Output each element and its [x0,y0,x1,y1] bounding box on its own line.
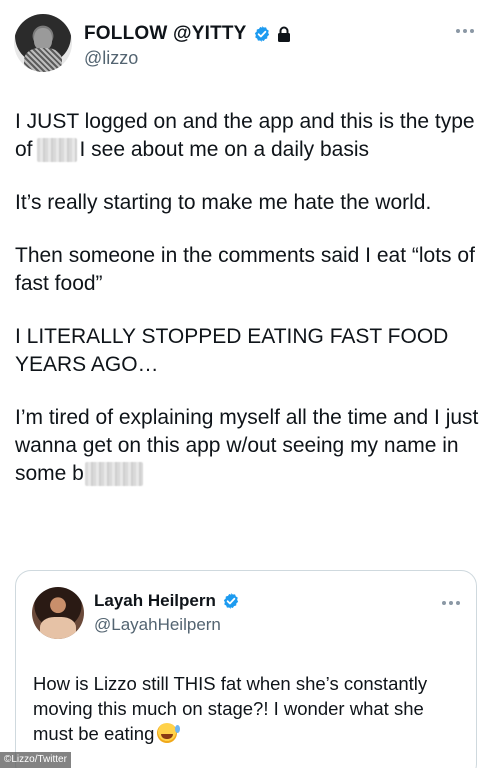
quoted-tweet[interactable]: Layah Heilpern @LayahHeilpern How is Liz… [15,570,477,768]
tweet-card: FOLLOW @YITTY @lizzo I JUST logged on an… [0,0,494,768]
tweet-paragraph: It’s really starting to make me hate the… [15,191,432,214]
quoted-handle[interactable]: @LayahHeilpern [94,615,221,635]
rolling-on-floor-laughing-icon [157,723,181,743]
dot [456,601,460,605]
quoted-name-line: Layah Heilpern [94,591,240,611]
tweet-paragraph: I’m tired of explaining myself all the t… [15,404,481,488]
avatar-face [34,28,52,50]
dot [456,29,460,33]
display-name[interactable]: FOLLOW @YITTY [84,23,247,45]
avatar-body [40,617,76,639]
more-options-icon[interactable] [456,26,478,36]
avatar-body [24,48,62,72]
quoted-avatar[interactable] [32,587,84,639]
quoted-text-content: How is Lizzo still THIS fat when she’s c… [33,673,428,744]
dot [442,601,446,605]
censored-word [84,462,143,486]
dot [449,601,453,605]
tweet-paragraph: Then someone in the comments said I eat … [15,244,475,295]
dot [463,29,467,33]
author-name-line: FOLLOW @YITTY [84,20,291,48]
more-options-icon[interactable] [442,601,460,605]
tweet-paragraph: I LITERALLY STOPPED EATING FAST FOOD YEA… [15,325,449,376]
censored-word [36,138,77,162]
verified-badge-icon [223,593,238,609]
tweet-body: I JUST logged on and the app and this is… [15,108,481,513]
author-handle[interactable]: @lizzo [84,48,138,69]
quoted-tweet-text: How is Lizzo still THIS fat when she’s c… [33,671,463,746]
verified-badge-icon [254,26,269,42]
dot [470,29,474,33]
avatar[interactable] [14,14,72,72]
quoted-display-name[interactable]: Layah Heilpern [94,591,216,611]
tweet-paragraph: I JUST logged on and the app and this is… [15,108,481,164]
image-credit: ©Lizzo/Twitter [0,752,71,768]
paragraph-text: I see about me on a daily basis [79,138,370,161]
lock-icon [277,26,290,42]
